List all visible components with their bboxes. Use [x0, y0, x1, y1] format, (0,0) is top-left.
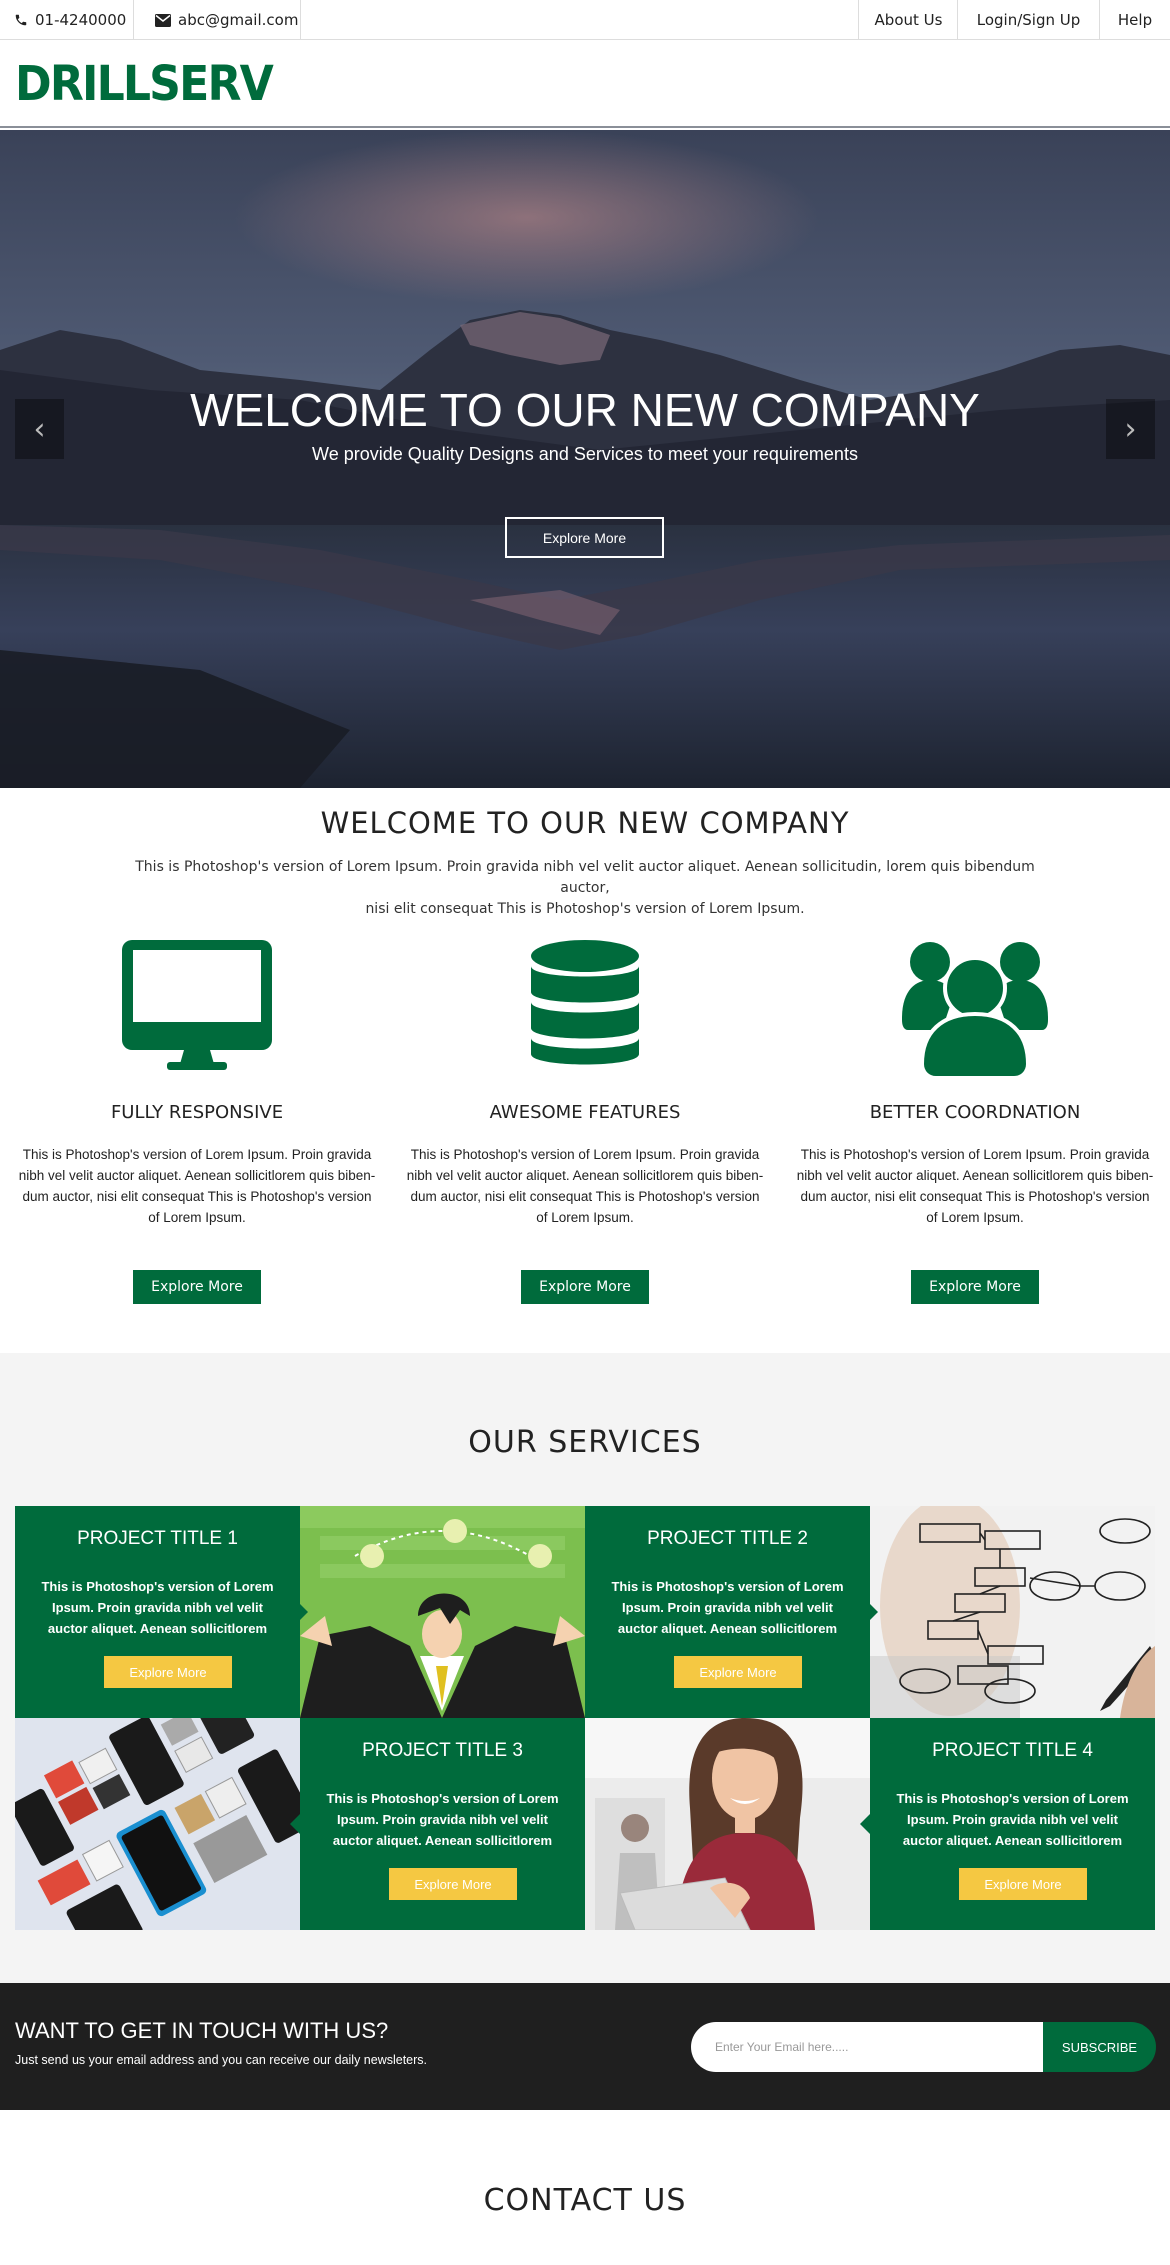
project-image-woman-tablet — [585, 1718, 870, 1930]
project-image-devices — [15, 1718, 300, 1930]
email-address: abc@gmail.com — [178, 11, 299, 29]
project-card: PROJECT TITLE 3 This is Photoshop's vers… — [290, 1718, 585, 1930]
project-image-flowchart — [870, 1506, 1155, 1718]
feature-explore-button[interactable]: Explore More — [911, 1270, 1039, 1304]
hero-explore-button[interactable]: Explore More — [505, 517, 664, 558]
welcome-text-line-1: This is Photoshop's version of Lorem Ips… — [135, 859, 1035, 896]
newsletter-subtitle: Just send us your email address and you … — [15, 2053, 428, 2067]
header: DRILLSERV — [0, 40, 1170, 128]
email-contact[interactable]: abc@gmail.com — [155, 0, 298, 40]
logo[interactable]: DRILLSERV — [15, 58, 274, 110]
monitor-icon — [2, 940, 392, 1082]
project-title: PROJECT TITLE 4 — [932, 1740, 1093, 1761]
project-explore-button[interactable]: Explore More — [959, 1868, 1087, 1900]
subscribe-button[interactable]: SUBSCRIBE — [1043, 2022, 1156, 2072]
feature-text: This is Photoshop's version of Lorem Ips… — [796, 1147, 1154, 1225]
project-title: PROJECT TITLE 1 — [77, 1528, 238, 1549]
feature-text: This is Photoshop's version of Lorem Ips… — [18, 1147, 376, 1225]
contact-title: CONTACT US — [483, 2183, 687, 2218]
feature-title: AWESOME FEATURES — [489, 1102, 681, 1123]
users-icon — [780, 940, 1170, 1082]
tile-pointer — [298, 1602, 308, 1622]
phone-contact[interactable]: 01-4240000 — [14, 0, 126, 40]
divider — [133, 0, 134, 40]
nav-login-signup[interactable]: Login/Sign Up — [958, 0, 1099, 40]
feature-card: BETTER COORDNATION This is Photoshop's v… — [780, 940, 1170, 1304]
feature-explore-button[interactable]: Explore More — [521, 1270, 649, 1304]
database-icon — [390, 940, 780, 1082]
top-bar: 01-4240000 abc@gmail.com About Us Login/… — [0, 0, 1170, 40]
project-card: PROJECT TITLE 1 This is Photoshop's vers… — [15, 1506, 308, 1718]
project-text: This is Photoshop's version of Lorem Ips… — [41, 1579, 274, 1636]
tile-pointer — [860, 1814, 870, 1834]
project-text: This is Photoshop's version of Lorem Ips… — [611, 1579, 844, 1636]
newsletter-section: WANT TO GET IN TOUCH WITH US? Just send … — [0, 1983, 1170, 2110]
project-image-businessman — [300, 1506, 585, 1718]
divider — [300, 0, 301, 40]
project-title: PROJECT TITLE 2 — [647, 1528, 808, 1549]
welcome-text: This is Photoshop's version of Lorem Ips… — [130, 857, 1040, 920]
tile-pointer — [868, 1602, 878, 1622]
feature-title: FULLY RESPONSIVE — [110, 1102, 284, 1123]
feature-title: BETTER COORDNATION — [869, 1102, 1081, 1123]
envelope-icon — [155, 13, 171, 27]
feature-explore-button[interactable]: Explore More — [133, 1270, 261, 1304]
nav-about-us[interactable]: About Us — [859, 0, 958, 40]
feature-card: FULLY RESPONSIVE This is Photoshop's ver… — [2, 940, 392, 1304]
tile-pointer — [290, 1814, 300, 1834]
hero-slider: ‹ › WELCOME TO OUR NEW COMPANY We provid… — [0, 130, 1170, 788]
feature-card: AWESOME FEATURES This is Photoshop's ver… — [390, 940, 780, 1304]
project-text: This is Photoshop's version of Lorem Ips… — [896, 1791, 1129, 1848]
nav-help[interactable]: Help — [1100, 0, 1170, 40]
project-explore-button[interactable]: Explore More — [674, 1656, 802, 1688]
feature-text: This is Photoshop's version of Lorem Ips… — [406, 1147, 764, 1225]
newsletter-title: WANT TO GET IN TOUCH WITH US? — [15, 2018, 389, 2043]
welcome-text-line-2: nisi elit consequat This is Photoshop's … — [365, 901, 805, 917]
project-title: PROJECT TITLE 3 — [362, 1740, 523, 1761]
services-section: OUR SERVICES PROJECT TITLE 1 This is Pho… — [0, 1353, 1170, 1983]
project-card: PROJECT TITLE 4 This is Photoshop's vers… — [860, 1718, 1155, 1930]
project-text: This is Photoshop's version of Lorem Ips… — [326, 1791, 559, 1848]
email-subscribe-input[interactable] — [691, 2022, 1044, 2072]
hero-title: WELCOME TO OUR NEW COMPANY — [190, 384, 980, 436]
phone-number: 01-4240000 — [35, 11, 127, 29]
phone-icon — [15, 14, 27, 26]
project-explore-button[interactable]: Explore More — [389, 1868, 517, 1900]
hero-subtitle: We provide Quality Designs and Services … — [312, 444, 858, 464]
project-explore-button[interactable]: Explore More — [104, 1656, 232, 1688]
services-title: OUR SERVICES — [468, 1425, 702, 1460]
project-card: PROJECT TITLE 2 This is Photoshop's vers… — [585, 1506, 878, 1718]
welcome-title: WELCOME TO OUR NEW COMPANY — [320, 806, 850, 840]
